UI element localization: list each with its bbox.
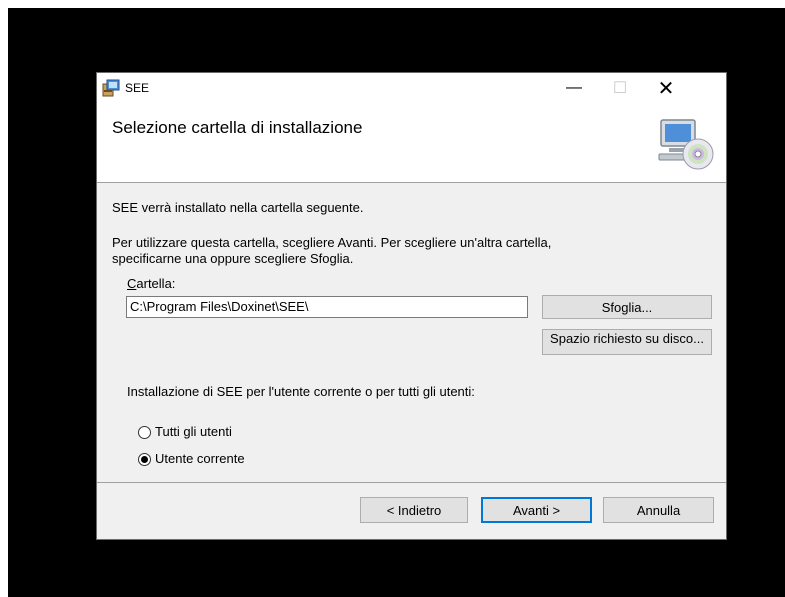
page-title: Selezione cartella di installazione (112, 118, 363, 137)
radio-current-user[interactable] (138, 453, 151, 466)
close-button[interactable]: ✕ (643, 73, 689, 103)
disk-space-button[interactable]: Spazio richiesto su disco... (542, 329, 712, 355)
radio-all-users[interactable] (138, 426, 151, 439)
radio-current-user-label[interactable]: Utente corrente (155, 451, 245, 466)
folder-label-accelerator: C (127, 276, 137, 291)
maximize-button[interactable]: ☐ (597, 73, 643, 103)
installer-window: SEE — ☐ ✕ Selezione cartella di installa… (96, 72, 727, 540)
intro-text: SEE verrà installato nella cartella segu… (112, 200, 364, 215)
window-title: SEE (125, 81, 150, 95)
cancel-button[interactable]: Annulla (603, 497, 714, 523)
footer-separator (97, 482, 726, 483)
minimize-button[interactable]: — (551, 73, 597, 103)
computer-cd-icon (658, 119, 714, 170)
folder-path-input[interactable]: C:\Program Files\Doxinet\SEE\ (126, 296, 528, 318)
header-banner: Selezione cartella di installazione (97, 103, 726, 183)
title-bar[interactable]: SEE — ☐ ✕ (97, 73, 726, 103)
instruction-text-line1: Per utilizzare questa cartella, sceglier… (112, 235, 552, 250)
folder-label: Cartella: (127, 276, 175, 291)
radio-all-users-label[interactable]: Tutti gli utenti (155, 424, 232, 439)
installer-app-icon (102, 79, 120, 97)
folder-label-text: artella: (136, 276, 176, 291)
next-button[interactable]: Avanti > (481, 497, 592, 523)
instruction-text-line2: specificarne una oppure scegliere Sfogli… (112, 251, 354, 266)
radio-selected-dot (141, 456, 148, 463)
screen-background: SEE — ☐ ✕ Selezione cartella di installa… (8, 8, 785, 597)
back-button[interactable]: < Indietro (360, 497, 468, 523)
browse-button[interactable]: Sfoglia... (542, 295, 712, 319)
install-scope-question: Installazione di SEE per l'utente corren… (127, 384, 475, 399)
